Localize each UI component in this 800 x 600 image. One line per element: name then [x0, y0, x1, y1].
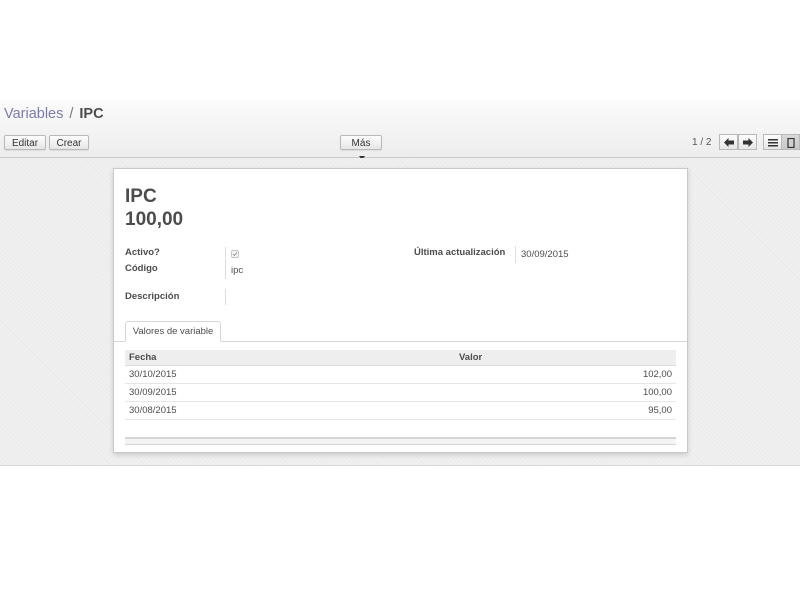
cell-valor: 95,00 [648, 405, 672, 416]
breadcrumb-current: IPC [79, 106, 104, 122]
field-separator [515, 246, 516, 263]
breadcrumb: Variables / IPC [4, 106, 104, 122]
form-view-icon [787, 138, 795, 148]
active-checkbox[interactable] [231, 250, 239, 258]
field-separator [225, 289, 226, 305]
record-name: IPC [125, 186, 157, 207]
table-footer [125, 437, 676, 445]
cell-fecha: 30/10/2015 [129, 369, 177, 380]
pager-next-button[interactable] [738, 134, 757, 150]
record-value: 100,00 [125, 209, 184, 230]
table-row[interactable]: 30/09/2015 100,00 [125, 384, 676, 402]
field-separator [225, 247, 226, 279]
table-row[interactable]: 30/10/2015 102,00 [125, 366, 676, 384]
form-view-button[interactable] [781, 134, 800, 150]
table-row[interactable]: 30/08/2015 95,00 [125, 402, 676, 420]
cell-valor: 100,00 [642, 387, 672, 398]
breadcrumb-variables-link[interactable]: Variables [4, 106, 63, 122]
list-view-icon [768, 139, 778, 147]
edit-button[interactable]: Editar [4, 135, 46, 150]
tab-valores-de-variable[interactable]: Valores de variable [125, 321, 221, 342]
table-header: Fecha Valor [125, 350, 676, 366]
code-label: Código [125, 263, 158, 274]
pager-previous-button[interactable] [719, 134, 738, 150]
code-value: ipc [231, 265, 244, 276]
description-label: Descripción [125, 291, 180, 302]
form-view-area: IPC 100,00 Activo? Código ipc Descripció… [0, 158, 800, 466]
create-button[interactable]: Crear [49, 135, 89, 150]
column-header-valor[interactable]: Valor [459, 352, 482, 363]
cell-fecha: 30/08/2015 [129, 405, 177, 416]
pager-counter[interactable]: 1 / 2 [692, 137, 711, 148]
more-dropdown-button[interactable]: Más [340, 135, 382, 161]
breadcrumb-separator: / [69, 106, 74, 122]
last-update-value: 30/09/2015 [521, 249, 569, 260]
more-label: Más [351, 138, 371, 149]
list-view-button[interactable] [763, 134, 782, 150]
arrow-right-icon [743, 138, 753, 147]
control-panel: Variables / IPC Editar Crear Más 1 / 2 [0, 100, 800, 161]
last-update-label: Última actualización [414, 247, 506, 258]
check-icon [232, 252, 238, 257]
arrow-left-icon [724, 138, 734, 147]
cell-fecha: 30/09/2015 [129, 387, 177, 398]
form-sheet: IPC 100,00 Activo? Código ipc Descripció… [113, 168, 688, 453]
column-header-fecha[interactable]: Fecha [129, 352, 156, 363]
cell-valor: 102,00 [642, 369, 672, 380]
active-label: Activo? [125, 247, 160, 258]
